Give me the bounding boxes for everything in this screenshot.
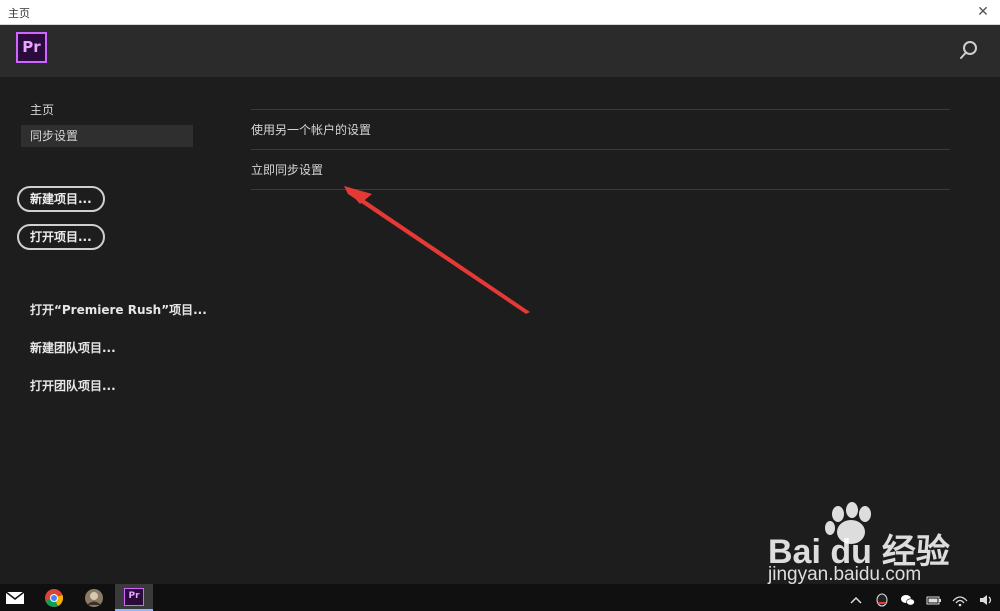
wifi-icon[interactable] — [952, 592, 968, 608]
qq-icon[interactable] — [874, 592, 890, 608]
baidu-watermark: Bai du 经验 jingyan.baidu.com — [768, 500, 968, 585]
annotation-arrow — [344, 186, 530, 314]
taskbar-premiere-button[interactable]: Pr — [115, 584, 153, 611]
sidebar: 主页 同步设置 新建项目... 打开项目... 打开“Premiere Rush… — [0, 77, 210, 584]
button-label: 打开项目... — [30, 230, 92, 244]
sidebar-item-label: 同步设置 — [30, 129, 79, 143]
new-project-button[interactable]: 新建项目... — [17, 186, 105, 212]
mail-icon[interactable] — [4, 587, 26, 609]
open-project-button[interactable]: 打开项目... — [17, 224, 105, 250]
open-team-project-link[interactable]: 打开团队项目... — [30, 377, 116, 394]
sidebar-item-label: 主页 — [30, 103, 55, 117]
close-icon[interactable]: ✕ — [974, 3, 992, 21]
search-icon[interactable] — [958, 39, 980, 61]
row-label: 立即同步设置 — [251, 163, 324, 177]
chrome-icon[interactable] — [43, 587, 65, 609]
watermark-url: jingyan.baidu.com — [768, 564, 922, 585]
window-titlebar: 主页 ✕ — [0, 0, 1000, 25]
new-team-project-link[interactable]: 新建团队项目... — [30, 339, 116, 356]
open-rush-project-link[interactable]: 打开“Premiere Rush”项目... — [30, 301, 207, 318]
sidebar-item-sync-settings[interactable]: 同步设置 — [21, 125, 193, 147]
battery-icon[interactable] — [926, 592, 942, 608]
button-label: 新建项目... — [30, 192, 92, 206]
wechat-icon[interactable] — [900, 592, 916, 608]
premiere-logo: Pr — [16, 32, 47, 63]
avatar-app-icon[interactable] — [83, 587, 105, 609]
row-label: 使用另一个帐户的设置 — [251, 123, 372, 137]
premiere-icon: Pr — [124, 588, 144, 606]
window-title: 主页 — [8, 7, 30, 20]
chevron-up-icon[interactable] — [848, 592, 864, 608]
use-other-account-settings-row[interactable]: 使用另一个帐户的设置 — [251, 110, 950, 150]
system-tray — [843, 589, 994, 607]
taskbar: Pr — [0, 584, 1000, 611]
sidebar-item-home[interactable]: 主页 — [21, 99, 193, 121]
app-header: Pr — [0, 25, 1000, 77]
volume-icon[interactable] — [978, 592, 994, 608]
